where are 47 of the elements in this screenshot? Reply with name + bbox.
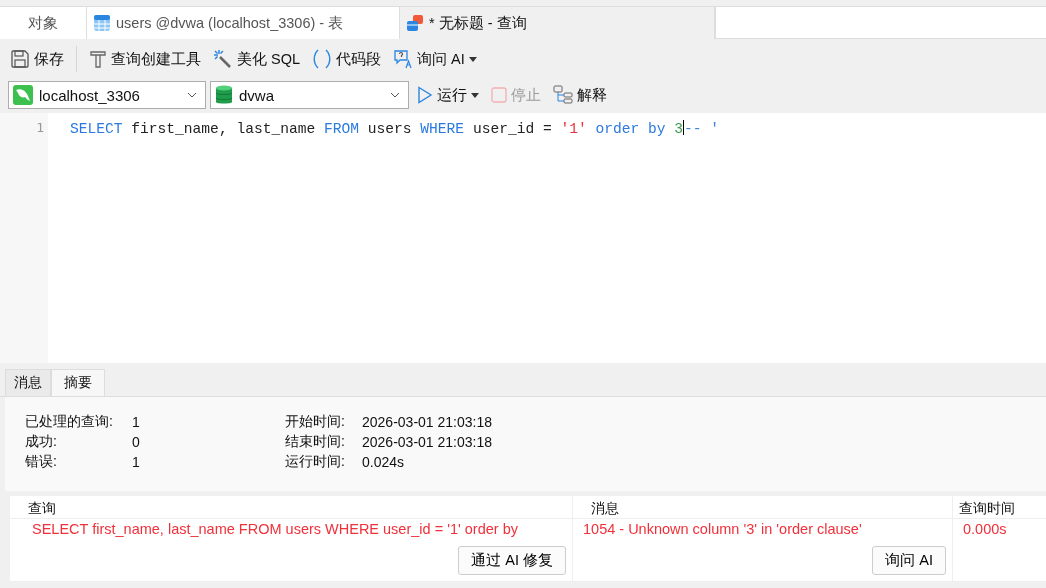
stop-icon bbox=[491, 87, 507, 103]
action-button[interactable]: 通过 AI 修复 bbox=[458, 546, 566, 575]
summary-label: 错误: bbox=[25, 453, 58, 471]
save-icon bbox=[10, 49, 30, 69]
table-cell: SELECT first_name, last_name FROM users WHERE user_id = '1' order by bbox=[32, 521, 518, 537]
toolbar-button[interactable]: 查询创建工具 bbox=[85, 47, 205, 71]
tree-diagram-icon bbox=[553, 85, 573, 105]
tab[interactable]: 消息 bbox=[5, 369, 51, 396]
line-number: 1 bbox=[35, 119, 45, 136]
database-icon bbox=[215, 85, 233, 105]
table-cell: 0.000s bbox=[963, 521, 1007, 537]
chevron-down-icon bbox=[187, 92, 197, 98]
summary-label: 结束时间: bbox=[285, 433, 346, 451]
chat-bubble-icon bbox=[393, 49, 414, 69]
summary-value: 1 bbox=[132, 414, 141, 430]
toolbar-button[interactable]: 询问 AI bbox=[389, 47, 481, 71]
chevron-down-icon bbox=[390, 92, 400, 98]
toolbar-button[interactable]: 代码段 bbox=[308, 47, 386, 71]
column-header: 消息 bbox=[573, 496, 953, 518]
database-select[interactable]: dvwa bbox=[210, 81, 409, 109]
summary-label: 已处理的查询: bbox=[25, 413, 114, 431]
tab[interactable]: 对象 bbox=[0, 7, 87, 39]
summary-value: 2026-03-01 21:03:18 bbox=[362, 414, 493, 430]
toolbar-button[interactable]: 运行 bbox=[413, 83, 483, 107]
summary-value: 1 bbox=[132, 454, 141, 470]
connection-select[interactable]: localhost_3306 bbox=[8, 81, 206, 109]
magic-wand-icon bbox=[213, 49, 233, 69]
play-icon bbox=[417, 86, 433, 104]
toolbar-button[interactable]: 美化 SQL bbox=[209, 47, 305, 71]
action-button[interactable]: 询问 AI bbox=[872, 546, 946, 575]
summary-label: 成功: bbox=[25, 433, 58, 451]
table-cell: 1054 - Unknown column '3' in 'order clause' bbox=[583, 521, 862, 537]
toolbar-button[interactable]: 保存 bbox=[6, 47, 68, 71]
tab[interactable]: users @dvwa (localhost_3306) - 表 bbox=[87, 7, 400, 39]
summary-value: 0 bbox=[132, 434, 141, 450]
column-header: 查询时间 bbox=[958, 499, 1016, 518]
table-icon bbox=[93, 14, 111, 32]
parentheses-icon bbox=[312, 49, 333, 69]
column-header: 查询 bbox=[10, 496, 573, 518]
summary-value: 2026-03-01 21:03:18 bbox=[362, 434, 493, 450]
toolbar-button[interactable]: 解释 bbox=[549, 83, 611, 107]
query-icon bbox=[406, 14, 424, 32]
code-line[interactable]: SELECT first_name, last_name FROM users WHERE user_id = '1' order by 3-- ' bbox=[70, 120, 1046, 137]
tab[interactable]: 摘要 bbox=[51, 369, 105, 396]
summary-label: 开始时间: bbox=[285, 413, 346, 431]
summary-label: 运行时间: bbox=[285, 453, 346, 471]
summary-value: 0.024s bbox=[362, 454, 406, 470]
